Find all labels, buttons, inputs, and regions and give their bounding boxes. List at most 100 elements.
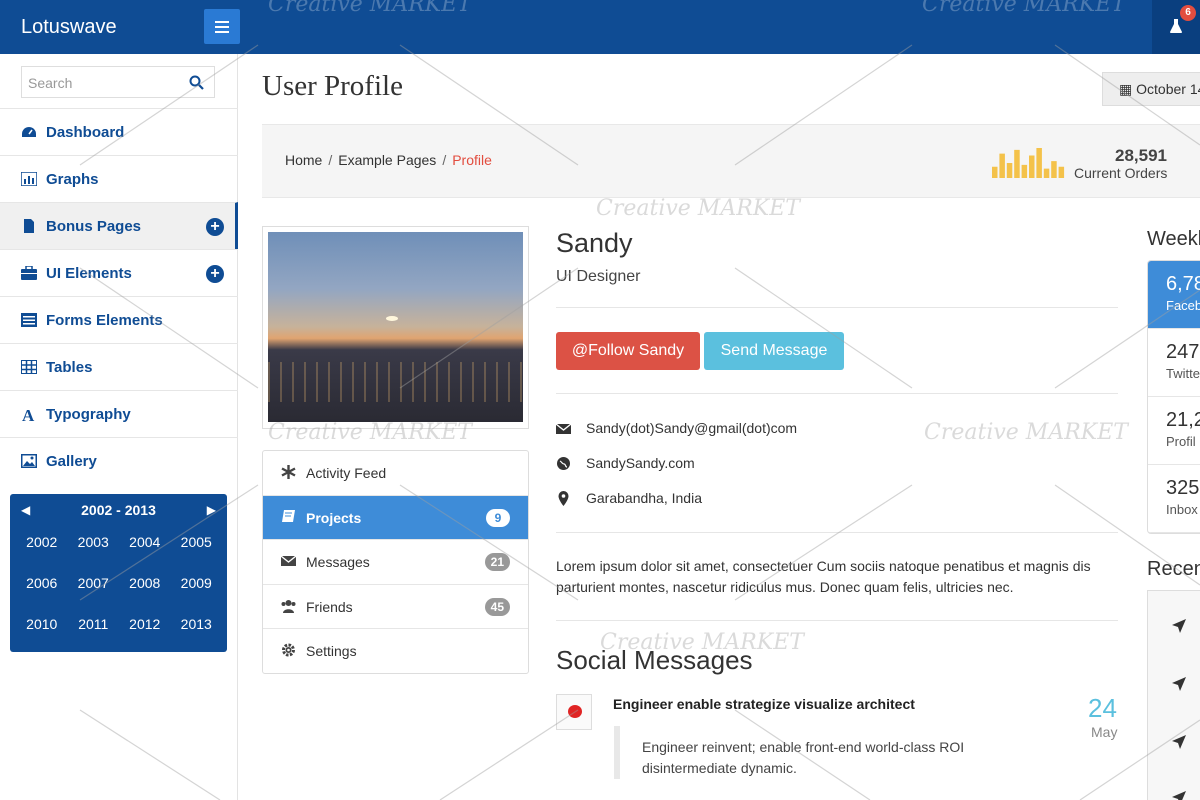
list-icon bbox=[21, 313, 37, 327]
sidebar-item-forms-elements[interactable]: Forms Elements bbox=[0, 296, 238, 343]
weekly-stat-label: Profil bbox=[1166, 434, 1196, 449]
weekly-stats-list: 6,78 Faceb 247 Twitte 21,2 Profil 325 Inbox bbox=[1147, 260, 1200, 534]
file-icon bbox=[21, 219, 37, 233]
next-arrow-icon[interactable]: ▶ bbox=[207, 503, 216, 517]
weekly-stat-item[interactable]: 21,2 Profil bbox=[1148, 397, 1200, 465]
image-icon bbox=[21, 454, 37, 468]
orders-sparkline bbox=[992, 148, 1065, 178]
year-cell[interactable]: 2004 bbox=[119, 534, 171, 552]
profile-role: UI Designer bbox=[556, 268, 641, 285]
watermark: Creative MARKET bbox=[922, 0, 1126, 17]
weekly-stat-item[interactable]: 247 Twitte bbox=[1148, 329, 1200, 397]
year-cell[interactable]: 2009 bbox=[171, 575, 223, 593]
profile-menu-projects[interactable]: Projects 9 bbox=[263, 495, 528, 541]
year-cell[interactable]: 2008 bbox=[119, 575, 171, 593]
year-cell[interactable]: 2007 bbox=[68, 575, 120, 593]
weekly-stat-label: Inbox bbox=[1166, 502, 1198, 517]
weekly-title: Weekly bbox=[1147, 228, 1200, 250]
watermark: Creative MARKET bbox=[600, 630, 804, 655]
profile-menu: Activity Feed Projects 9 Messages 21 Friends 4… bbox=[262, 450, 529, 674]
weekly-stat-value: 247 bbox=[1166, 341, 1200, 363]
location-arrow-icon bbox=[1172, 735, 1186, 749]
sparkline-bar bbox=[1043, 168, 1050, 178]
year-cell[interactable]: 2002 bbox=[16, 534, 68, 552]
weekly-stat-value: 325 bbox=[1166, 477, 1200, 499]
profile-menu-settings[interactable]: Settings bbox=[263, 629, 528, 674]
briefcase-icon bbox=[21, 265, 37, 280]
sidebar-item-label: Forms Elements bbox=[46, 312, 163, 329]
send-message-button[interactable]: Send Message bbox=[704, 332, 844, 370]
year-cell[interactable]: 2011 bbox=[68, 616, 120, 634]
sparkline-bar bbox=[1014, 149, 1020, 178]
recent-activity-list bbox=[1147, 590, 1200, 800]
hamburger-icon bbox=[215, 21, 229, 23]
message-month: May bbox=[1091, 724, 1118, 740]
profile-menu-activity-feed[interactable]: Activity Feed bbox=[263, 451, 528, 496]
orders-count: 28,591 bbox=[1115, 146, 1167, 165]
sidebar: Search Dashboard Graphs Bonus Pages + UI Ele… bbox=[0, 54, 238, 800]
message-title[interactable]: Engineer enable strategize visualize arc… bbox=[613, 696, 915, 712]
year-cell[interactable]: 2005 bbox=[171, 534, 223, 552]
notifications-button[interactable]: 6 bbox=[1152, 0, 1200, 54]
year-cell[interactable]: 2003 bbox=[68, 534, 120, 552]
breadcrumb: Home / Example Pages / Profile bbox=[285, 152, 492, 168]
count-badge: 21 bbox=[484, 553, 510, 572]
profile-menu-label: Friends bbox=[306, 598, 353, 615]
breadcrumb-bar: Home / Example Pages / Profile 28,591 Curren… bbox=[262, 124, 1200, 198]
users-icon bbox=[281, 599, 296, 613]
top-navbar: Lotuswave Creative MARKET Creative MARKE… bbox=[0, 0, 1200, 54]
weekly-stat-item[interactable]: 6,78 Faceb bbox=[1148, 261, 1200, 329]
follow-button[interactable]: @Follow Sandy bbox=[556, 332, 700, 370]
profile-menu-messages[interactable]: Messages 21 bbox=[263, 540, 528, 585]
divider bbox=[556, 620, 1118, 621]
ladybug-icon bbox=[568, 705, 582, 718]
menu-toggle-button[interactable] bbox=[204, 9, 240, 44]
plus-icon[interactable]: + bbox=[206, 218, 224, 236]
year-cell[interactable]: 2012 bbox=[119, 616, 171, 634]
year-cell[interactable]: 2013 bbox=[171, 616, 223, 634]
profile-menu-label: Settings bbox=[306, 643, 357, 660]
recent-title: Recen bbox=[1147, 558, 1200, 580]
website-link[interactable]: SandySandy.com bbox=[586, 455, 695, 471]
sidebar-item-label: Graphs bbox=[46, 171, 99, 188]
search-icon[interactable] bbox=[189, 75, 204, 90]
plus-icon[interactable]: + bbox=[206, 265, 224, 283]
sidebar-item-typography[interactable]: A Typography bbox=[0, 390, 238, 437]
watermark: Creative MARKET bbox=[596, 196, 800, 221]
sidebar-item-tables[interactable]: Tables bbox=[0, 343, 238, 390]
location-text: Garabandha, India bbox=[586, 490, 702, 506]
weekly-stat-item[interactable]: 325 Inbox bbox=[1148, 465, 1200, 533]
sidebar-item-label: UI Elements bbox=[46, 265, 132, 282]
year-cell[interactable]: 2006 bbox=[16, 575, 68, 593]
envelope-icon bbox=[280, 554, 297, 568]
watermark: Creative MARKET bbox=[268, 420, 472, 445]
flask-icon bbox=[1170, 19, 1182, 33]
weekly-stat-label: Faceb bbox=[1166, 298, 1200, 313]
divider bbox=[556, 532, 1118, 533]
sidebar-item-label: Dashboard bbox=[46, 124, 125, 141]
sidebar-item-graphs[interactable]: Graphs bbox=[0, 155, 238, 202]
year-grid: 2002 2003 2004 2005 2006 2007 2008 2009 2010 2011… bbox=[16, 534, 222, 634]
bar-chart-icon bbox=[20, 171, 38, 187]
email-link[interactable]: Sandy(dot)Sandy@gmail(dot)com bbox=[586, 420, 797, 436]
weekly-stat-value: 6,78 bbox=[1166, 273, 1200, 295]
year-cell[interactable]: 2010 bbox=[16, 616, 68, 634]
profile-menu-friends[interactable]: Friends 45 bbox=[263, 585, 528, 630]
sidebar-item-label: Gallery bbox=[46, 453, 97, 470]
brand-logo[interactable]: Lotuswave bbox=[21, 16, 117, 39]
location-arrow-icon bbox=[1172, 677, 1186, 691]
message-body: Engineer reinvent; enable front-end worl… bbox=[614, 726, 1034, 779]
sidebar-item-label: Typography bbox=[46, 406, 131, 423]
sidebar-item-dashboard[interactable]: Dashboard bbox=[0, 108, 238, 155]
profile-menu-label: Projects bbox=[306, 509, 362, 526]
weekly-stat-value: 21,2 bbox=[1166, 409, 1200, 431]
year-range[interactable]: 2002 - 2013 bbox=[10, 502, 227, 518]
date-range-button[interactable]: ▦ October 14 bbox=[1102, 72, 1200, 106]
sidebar-item-bonus-pages[interactable]: Bonus Pages + bbox=[0, 202, 238, 249]
search-input[interactable]: Search bbox=[21, 66, 215, 98]
breadcrumb-home[interactable]: Home bbox=[285, 152, 322, 168]
envelope-icon bbox=[556, 423, 571, 434]
sidebar-item-ui-elements[interactable]: UI Elements + bbox=[0, 249, 238, 296]
sidebar-item-gallery[interactable]: Gallery bbox=[0, 437, 238, 484]
breadcrumb-example-pages[interactable]: Example Pages bbox=[338, 152, 436, 168]
